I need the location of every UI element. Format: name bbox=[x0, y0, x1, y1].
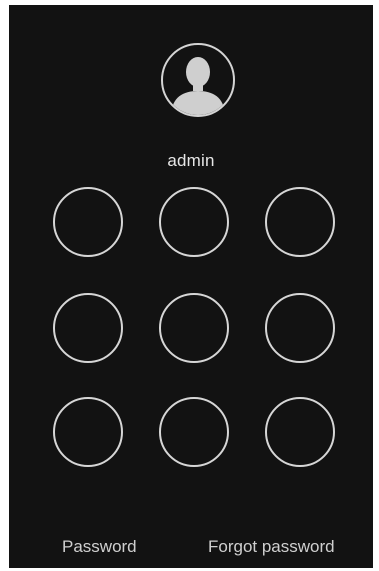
pattern-dot-6[interactable] bbox=[265, 293, 335, 363]
pattern-dot-1[interactable] bbox=[53, 187, 123, 257]
pattern-dot-3[interactable] bbox=[265, 187, 335, 257]
pattern-dot-7[interactable] bbox=[53, 397, 123, 467]
pattern-dot-5[interactable] bbox=[159, 293, 229, 363]
forgot-password-link[interactable]: Forgot password bbox=[208, 537, 335, 557]
pattern-grid[interactable] bbox=[9, 5, 373, 568]
pattern-dot-9[interactable] bbox=[265, 397, 335, 467]
pattern-lock-screen: admin Password Forgot password bbox=[9, 5, 373, 568]
pattern-dot-2[interactable] bbox=[159, 187, 229, 257]
password-login-link[interactable]: Password bbox=[62, 537, 137, 557]
pattern-dot-8[interactable] bbox=[159, 397, 229, 467]
pattern-dot-4[interactable] bbox=[53, 293, 123, 363]
